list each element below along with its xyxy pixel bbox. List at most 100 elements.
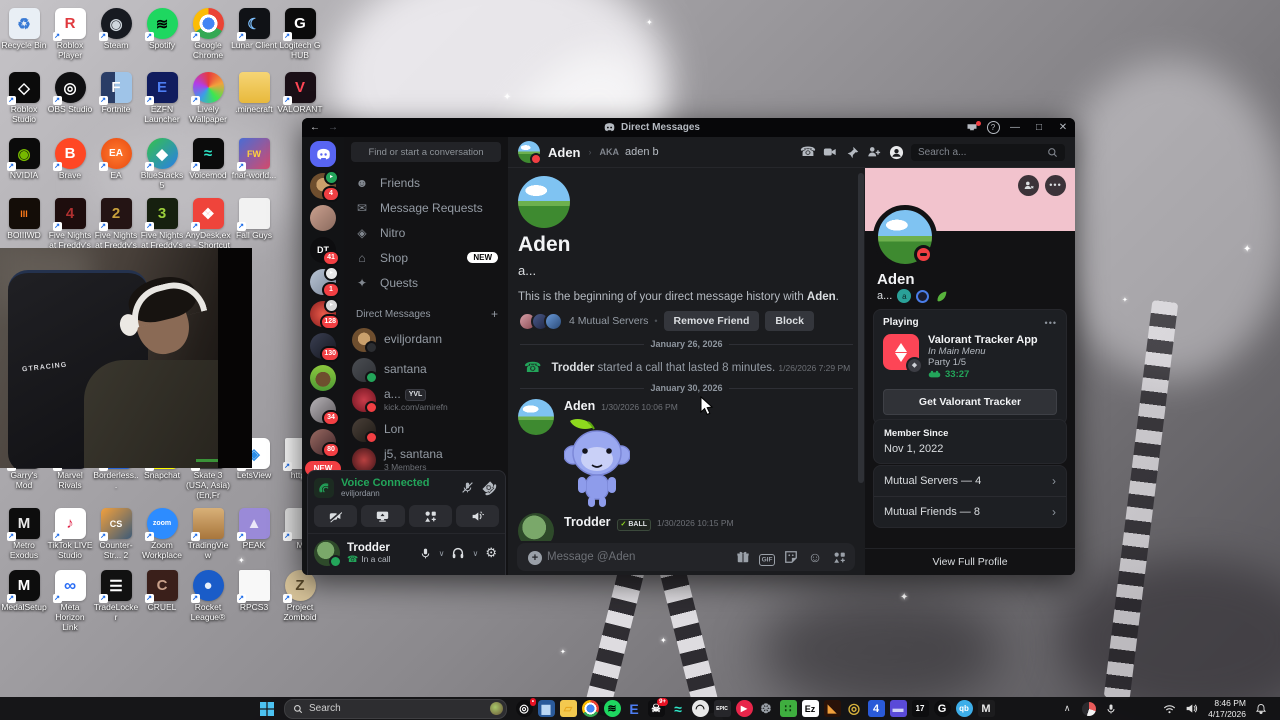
conversation-search[interactable]: Find or start a conversation — [351, 142, 501, 162]
sidebar-nav-item[interactable]: ✉ Message Requests — [344, 195, 508, 220]
help-icon[interactable]: ? — [983, 121, 1003, 134]
settings-gear-icon[interactable]: ⚙ — [485, 545, 497, 561]
server-icon[interactable]: DT ▸ 41 — [310, 237, 340, 266]
start-button[interactable] — [256, 698, 278, 720]
desktop-icon[interactable]: E ↗ EZFN Launcher — [139, 72, 185, 125]
view-full-profile-button[interactable]: View Full Profile — [865, 548, 1075, 575]
server-icon[interactable]: ▸ — [310, 365, 336, 391]
taskbar-app-icon[interactable]: ◎ — [843, 698, 865, 720]
desktop-icon[interactable]: ↗ RPCS3 — [231, 570, 277, 632]
desktop-icon[interactable]: ◆ ↗ BlueStacks 5 — [139, 138, 185, 191]
taskbar-app-icon[interactable]: ❆ — [755, 698, 777, 720]
deafen-icon[interactable] — [451, 546, 465, 560]
taskbar-clock[interactable]: 8:46 PM 4/17/2026 — [1208, 698, 1246, 718]
gift-icon[interactable] — [731, 550, 755, 564]
sidebar-nav-item[interactable]: ◈ Nitro — [344, 220, 508, 245]
back-icon[interactable]: ← — [306, 122, 324, 133]
dm-list-item[interactable]: santana — [344, 355, 508, 385]
profile-toggle-icon[interactable] — [885, 145, 907, 160]
sidebar-nav-item[interactable]: ✦ Quests — [344, 270, 508, 295]
server-icon[interactable]: ▸ 130 — [310, 333, 340, 362]
wifi-icon[interactable] — [1158, 698, 1180, 720]
taskbar-app-icon[interactable]: ≋ — [601, 698, 623, 720]
desktop-icon[interactable]: ≈ ↗ Voicemod — [185, 138, 231, 191]
desktop-icon[interactable]: V ↗ VALORANT — [277, 72, 323, 125]
home-button[interactable] — [310, 141, 336, 167]
soundboard-button[interactable] — [455, 505, 499, 527]
chat-username[interactable]: Aden — [548, 145, 581, 160]
taskbar-app-icon[interactable]: ☠ 9+ — [645, 697, 668, 720]
notifications-bell-icon[interactable] — [1250, 698, 1272, 720]
taskbar-app-icon[interactable]: ▬ — [887, 698, 909, 720]
report-user-icon[interactable] — [1018, 175, 1039, 196]
profile-badge-icon[interactable] — [916, 289, 930, 303]
profile-more-icon[interactable]: ••• — [1045, 175, 1066, 196]
desktop-icon[interactable]: zoom ↗ Zoom Workplace — [139, 508, 185, 561]
desktop-icon[interactable]: Z ↗ Project Zomboid — [277, 570, 323, 632]
taskbar-app-icon[interactable]: EPIC — [711, 698, 733, 720]
desktop-icon[interactable]: ◇ ↗ Roblox Studio — [1, 72, 47, 125]
chat-search-input[interactable]: Search a... — [911, 143, 1065, 161]
add-friend-icon[interactable] — [863, 145, 885, 159]
disconnect-call-icon[interactable]: ☎ — [478, 476, 500, 499]
taskbar-app-icon[interactable]: G — [931, 698, 953, 720]
sidebar-nav-item[interactable]: ☻ Friends — [344, 170, 508, 195]
activities-button[interactable] — [408, 505, 452, 527]
noise-suppression-icon[interactable] — [461, 481, 474, 494]
screenshare-button[interactable] — [361, 505, 405, 527]
desktop-icon[interactable]: ↗ Google Chrome — [185, 8, 231, 61]
deafen-chevron-icon[interactable]: ∨ — [472, 549, 478, 558]
message-avatar[interactable] — [518, 399, 554, 435]
taskbar-app-icon[interactable]: 4 — [865, 698, 887, 720]
message-author[interactable]: Aden — [564, 399, 595, 413]
taskbar-app-icon[interactable]: M — [975, 698, 997, 720]
desktop-icon[interactable]: ☾ ↗ Lunar Client — [231, 8, 277, 61]
taskbar-app-icon[interactable]: ∷ — [777, 698, 799, 720]
server-icon[interactable]: ▸ 4 — [310, 170, 340, 202]
taskbar-app-icon[interactable]: qb — [953, 698, 975, 720]
desktop-icon[interactable]: CS ↗ Counter-Str... 2 — [93, 508, 139, 561]
forward-icon[interactable]: → — [324, 122, 342, 133]
desktop-icon[interactable]: ∞ ↗ Meta Horizon Link — [47, 570, 93, 632]
desktop-icon[interactable]: ☰ ↗ TradeLocker — [93, 570, 139, 632]
search-highlight-image[interactable] — [490, 702, 503, 715]
call-author[interactable]: Trodder — [551, 362, 594, 374]
message-input[interactable]: Message @Aden — [547, 551, 731, 563]
gif-icon[interactable]: GIF — [755, 548, 779, 566]
mutual-servers-link[interactable]: 4 Mutual Servers — [569, 315, 648, 327]
server-icon[interactable]: ▸ 80 — [310, 429, 340, 458]
desktop-icon[interactable]: ≋ ↗ Spotify — [139, 8, 185, 61]
dm-list-item[interactable]: eviljordann — [344, 325, 508, 355]
desktop-icon[interactable]: FW ↗ fnaf-world... — [231, 138, 277, 191]
message-author[interactable]: Trodder — [564, 515, 611, 529]
mic-chevron-icon[interactable]: ∨ — [439, 549, 445, 558]
desktop-icon[interactable]: M ↗ Metro Exodus — [1, 508, 47, 561]
desktop-icon[interactable]: M ↗ MedalSetup — [1, 570, 47, 632]
mutual-friends-row[interactable]: Mutual Friends — 8 › — [874, 497, 1066, 527]
dm-list-item[interactable]: Lon — [344, 415, 508, 445]
taskbar-app-icon[interactable]: ▱ — [557, 698, 579, 720]
taskbar-search[interactable]: Search — [284, 698, 507, 719]
taskbar-app-icon[interactable]: ≈ — [667, 698, 689, 720]
tray-mic-icon[interactable] — [1100, 698, 1122, 720]
mutual-servers-row[interactable]: Mutual Servers — 4 › — [874, 466, 1066, 497]
desktop-icon[interactable]: B ↗ Brave — [47, 138, 93, 191]
video-call-icon[interactable] — [819, 145, 841, 159]
taskbar-app-icon[interactable]: Ez — [799, 698, 821, 720]
pin-icon[interactable] — [841, 146, 863, 159]
attach-plus-icon[interactable]: + — [523, 548, 547, 566]
chat-scrollbar[interactable] — [858, 173, 864, 483]
taskbar-app-icon[interactable]: 17 — [909, 698, 931, 720]
desktop-icon[interactable]: EA ↗ EA — [93, 138, 139, 191]
camera-button[interactable] — [314, 505, 358, 527]
apps-icon[interactable] — [827, 551, 851, 564]
server-icon[interactable]: ▸ — [310, 205, 336, 231]
emoji-icon[interactable]: ☺ — [803, 549, 827, 565]
desktop-icon[interactable]: ● ↗ Rocket League® — [185, 570, 231, 632]
desktop-icon[interactable]: C ↗ CRUEL — [139, 570, 185, 632]
dm-list-item[interactable]: a... YVL kick.com/amirefn — [344, 385, 508, 415]
server-icon[interactable]: ▸ 128 — [310, 298, 340, 330]
inbox-icon[interactable] — [961, 120, 983, 134]
desktop-icon[interactable]: R ↗ Roblox Player — [47, 8, 93, 61]
tray-chevron-icon[interactable]: ∧ — [1056, 698, 1078, 720]
